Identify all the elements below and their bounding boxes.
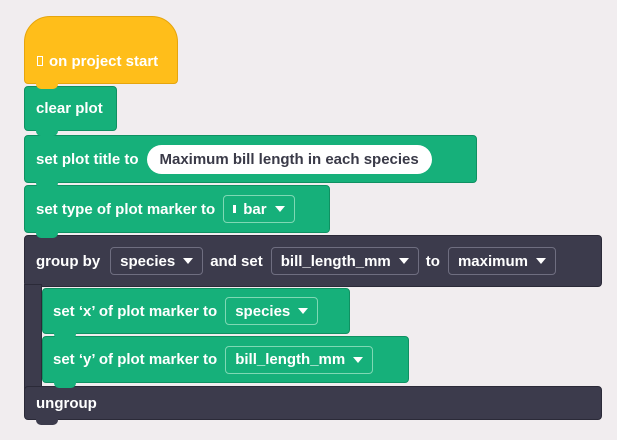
set-marker-type-block[interactable]: set type of plot marker to bar (24, 185, 330, 233)
set-y-label: set ‘y’ of plot marker to (53, 351, 218, 368)
y-column-value: bill_length_mm (235, 351, 346, 368)
chevron-down-icon (535, 258, 546, 264)
marker-type-value: bar (243, 200, 267, 218)
group-column-value: species (120, 252, 176, 270)
ungroup-block[interactable]: ungroup (24, 386, 602, 420)
set-plot-title-block[interactable]: set plot title to Maximum bill length in… (24, 135, 477, 183)
group-field-value: bill_length_mm (280, 252, 391, 270)
clear-plot-label: clear plot (36, 100, 103, 117)
group-column-dropdown[interactable]: species (110, 247, 204, 275)
chevron-down-icon (398, 258, 409, 264)
set-y-block[interactable]: set ‘y’ of plot marker to bill_length_mm (42, 336, 409, 383)
chevron-down-icon (274, 206, 285, 212)
set-y-notch (54, 382, 76, 388)
set-x-block[interactable]: set ‘x’ of plot marker to species (42, 288, 350, 334)
start-icon (37, 56, 43, 66)
y-column-dropdown[interactable]: bill_length_mm (225, 345, 374, 374)
chevron-down-icon (298, 308, 309, 314)
on-project-start-block[interactable]: on project start (24, 16, 178, 84)
aggregation-value: maximum (457, 252, 528, 270)
set-x-label: set ‘x’ of plot marker to (53, 302, 218, 320)
ungroup-label: ungroup (36, 394, 97, 412)
chevron-down-icon (183, 258, 194, 264)
plot-title-input[interactable]: Maximum bill length in each species (146, 144, 432, 174)
clear-plot-block[interactable]: clear plot (24, 86, 117, 131)
ungroup-notch (36, 419, 58, 425)
to-label: to (425, 252, 440, 270)
set-title-notch (36, 182, 58, 188)
marker-type-dropdown[interactable]: bar (223, 195, 295, 223)
on-project-start-label: on project start (49, 52, 159, 70)
x-column-value: species (235, 302, 291, 320)
chevron-down-icon (353, 356, 364, 363)
set-marker-type-label: set type of plot marker to (36, 200, 216, 218)
group-by-arm (24, 284, 42, 390)
hat-notch (36, 83, 58, 89)
aggregation-dropdown[interactable]: maximum (447, 247, 556, 275)
and-set-label: and set (210, 252, 263, 270)
group-field-dropdown[interactable]: bill_length_mm (270, 247, 419, 275)
bar-icon (233, 205, 237, 213)
group-by-label: group by (36, 252, 101, 270)
set-x-notch (54, 333, 76, 339)
set-type-notch (36, 232, 58, 238)
set-plot-title-label: set plot title to (36, 150, 139, 168)
clear-plot-notch (36, 130, 58, 136)
x-column-dropdown[interactable]: species (225, 297, 319, 325)
group-by-block[interactable]: group by species and set bill_length_mm … (24, 235, 602, 287)
